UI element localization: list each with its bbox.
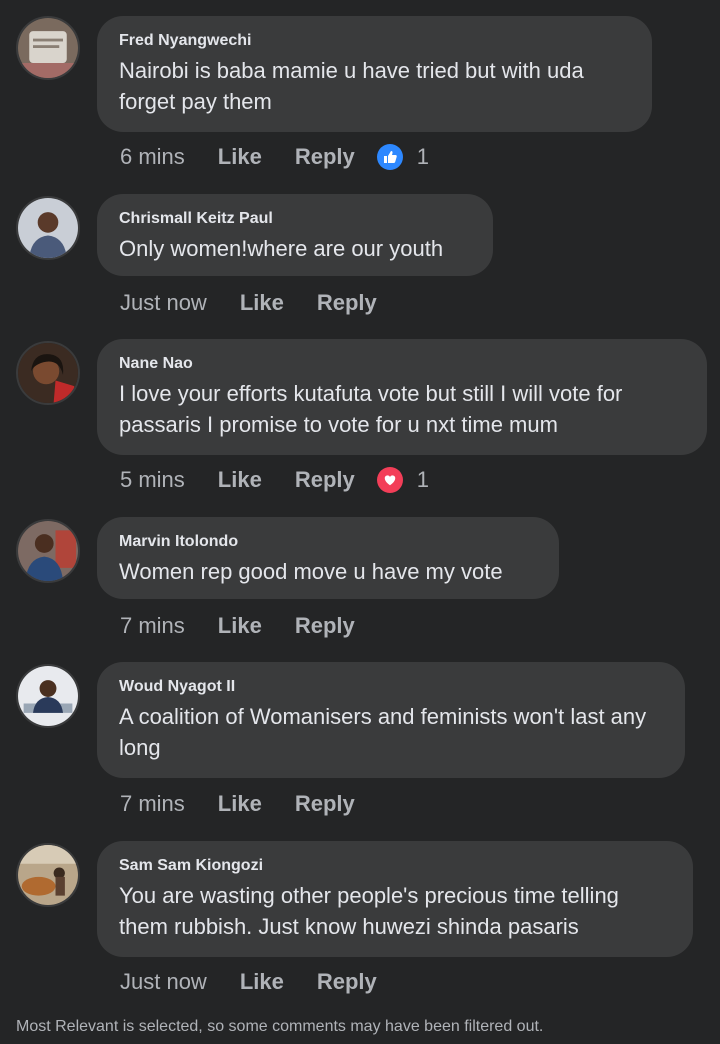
avatar[interactable]	[16, 843, 80, 907]
comment-text: Only women!where are our youth	[119, 236, 444, 261]
like-button[interactable]: Like	[218, 467, 262, 493]
comment-text: You are wasting other people's precious …	[119, 883, 619, 939]
comment-actions: Just now Like Reply	[120, 288, 377, 318]
comment-actions: 7 mins Like Reply	[120, 611, 355, 641]
reply-button[interactable]: Reply	[295, 613, 355, 639]
reply-button[interactable]: Reply	[295, 791, 355, 817]
comment-time[interactable]: 7 mins	[120, 791, 185, 817]
comment-text: Nairobi is baba mamie u have tried but w…	[119, 58, 584, 114]
comment-text: Women rep good move u have my vote	[119, 559, 503, 584]
like-button[interactable]: Like	[240, 969, 284, 995]
reply-button[interactable]: Reply	[317, 969, 377, 995]
comment-actions: 7 mins Like Reply	[120, 789, 355, 819]
avatar[interactable]	[16, 664, 80, 728]
comment-actions: Just now Like Reply	[120, 967, 377, 997]
thumbs-up-icon[interactable]	[376, 144, 403, 170]
comment-actions: 6 mins Like Reply 1	[120, 142, 429, 172]
comment-author[interactable]: Nane Nao	[119, 353, 685, 375]
reply-button[interactable]: Reply	[295, 144, 355, 170]
reaction-count[interactable]: 1	[417, 144, 429, 170]
comment-author[interactable]: Fred Nyangwechi	[119, 30, 630, 52]
comment-time[interactable]: 7 mins	[120, 613, 185, 639]
comments-feed: Fred Nyangwechi Nairobi is baba mamie u …	[0, 0, 720, 1044]
comment-time[interactable]: 5 mins	[120, 467, 185, 493]
comment-bubble: Sam Sam Kiongozi You are wasting other p…	[97, 841, 693, 957]
comment-actions: 5 mins Like Reply 1	[120, 465, 429, 495]
comment-time[interactable]: Just now	[120, 290, 207, 316]
comment-author[interactable]: Woud Nyagot II	[119, 676, 663, 698]
comment-bubble: Nane Nao I love your efforts kutafuta vo…	[97, 339, 707, 455]
like-button[interactable]: Like	[218, 791, 262, 817]
comment-time[interactable]: Just now	[120, 969, 207, 995]
comment-author[interactable]: Sam Sam Kiongozi	[119, 855, 671, 877]
reply-button[interactable]: Reply	[317, 290, 377, 316]
comment-author[interactable]: Marvin Itolondo	[119, 531, 537, 553]
comment-bubble: Woud Nyagot II A coalition of Womanisers…	[97, 662, 685, 778]
comment-bubble: Marvin Itolondo Women rep good move u ha…	[97, 517, 559, 599]
comment-text: A coalition of Womanisers and feminists …	[119, 704, 647, 760]
comment-bubble: Fred Nyangwechi Nairobi is baba mamie u …	[97, 16, 652, 132]
avatar[interactable]	[16, 341, 80, 405]
like-button[interactable]: Like	[218, 613, 262, 639]
filter-notice: Most Relevant is selected, so some comme…	[16, 1018, 544, 1035]
comment-bubble: Chrismall Keitz Paul Only women!where ar…	[97, 194, 493, 276]
avatar[interactable]	[16, 196, 80, 260]
comment-author[interactable]: Chrismall Keitz Paul	[119, 208, 471, 230]
reaction-count[interactable]: 1	[417, 467, 429, 493]
avatar[interactable]	[16, 519, 80, 583]
reply-button[interactable]: Reply	[295, 467, 355, 493]
avatar[interactable]	[16, 16, 80, 80]
comment-text: I love your efforts kutafuta vote but st…	[119, 381, 623, 437]
comment-time[interactable]: 6 mins	[120, 144, 185, 170]
like-button[interactable]: Like	[240, 290, 284, 316]
like-button[interactable]: Like	[218, 144, 262, 170]
heart-icon[interactable]	[376, 467, 403, 493]
